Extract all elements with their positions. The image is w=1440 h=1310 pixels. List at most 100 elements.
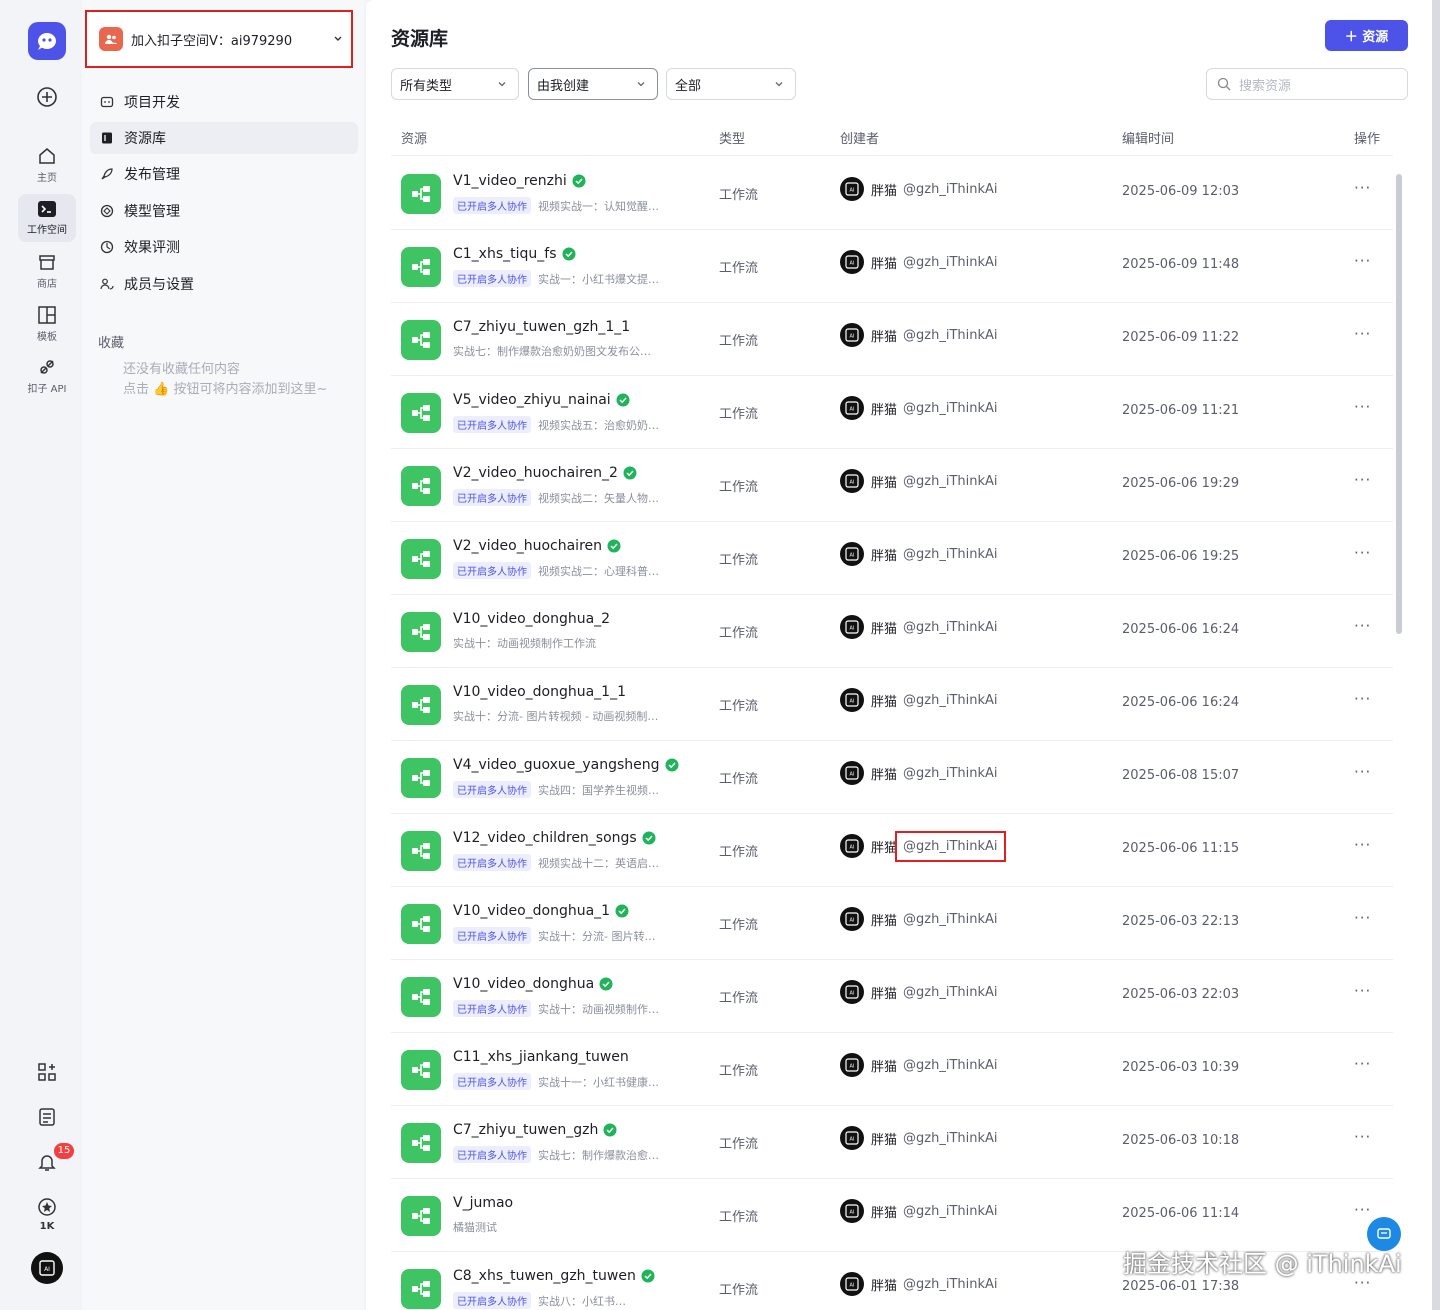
- coze-logo-icon[interactable]: [28, 22, 66, 60]
- scope-filter-select[interactable]: 全部: [666, 68, 796, 100]
- table-row[interactable]: V10_video_donghua_1_1 实战十：分流- 图片转视频 - 动画视…: [391, 668, 1393, 741]
- table-row[interactable]: V_jumao 橘猫测试 工作流 AI 胖猫 @gzh_iThinkAi 2025-06-0…: [391, 1179, 1393, 1252]
- table-row[interactable]: V4_video_guoxue_yangsheng 已开启多人协作 实战四：国学养生…: [391, 741, 1393, 814]
- resource-type: 工作流: [719, 334, 759, 349]
- verified-check-icon: [603, 1123, 617, 1137]
- scrollbar[interactable]: [1396, 160, 1402, 1300]
- right-edge-strip: [1432, 0, 1440, 1310]
- docs-icon[interactable]: [37, 1107, 57, 1131]
- nav-publish[interactable]: 发布管理: [90, 158, 358, 190]
- resource-name[interactable]: V12_video_children_songs: [453, 830, 656, 846]
- nav-evaluation[interactable]: 效果评测: [90, 231, 358, 263]
- template-icon: [38, 306, 56, 324]
- resource-description: 已开启多人协作 实战四：国学养生视频…: [453, 781, 659, 798]
- user-avatar[interactable]: AI: [31, 1252, 63, 1284]
- rail-item-home[interactable]: 主页: [18, 146, 76, 184]
- create-plus-icon[interactable]: [36, 86, 58, 112]
- more-actions-button[interactable]: ···: [1354, 252, 1371, 270]
- resource-type: 工作流: [719, 553, 759, 568]
- table-row[interactable]: V5_video_zhiyu_nainai 已开启多人协作 视频实战五：治愈奶奶… 工…: [391, 376, 1393, 449]
- resource-name[interactable]: V10_video_donghua_1_1: [453, 684, 626, 700]
- more-actions-button[interactable]: ···: [1354, 1055, 1371, 1073]
- workflow-icon: [401, 393, 441, 433]
- rail-item-store[interactable]: 商店: [18, 252, 76, 290]
- creator-handle: @gzh_iThinkAi: [903, 1130, 998, 1146]
- col-edit-time: 编辑时间: [1122, 132, 1175, 147]
- resource-name[interactable]: V5_video_zhiyu_nainai: [453, 392, 630, 408]
- svg-text:AI: AI: [850, 553, 855, 559]
- table-row[interactable]: V12_video_children_songs 已开启多人协作 视频实战十二：英语…: [391, 814, 1393, 887]
- resource-name[interactable]: V10_video_donghua_1: [453, 903, 629, 919]
- more-actions-button[interactable]: ···: [1354, 690, 1371, 708]
- search-input[interactable]: 搜索资源: [1206, 68, 1408, 100]
- bell-icon[interactable]: [37, 1152, 57, 1176]
- table-row[interactable]: V1_video_renzhi 已开启多人协作 视频实战一：认知觉醒… 工作流 AI 胖猫…: [391, 157, 1393, 230]
- more-actions-button[interactable]: ···: [1354, 617, 1371, 635]
- workspace-sidebar: 加入扣子空间V：ai979290 项目开发 资源库 发布管理 模型管理 效果评测…: [82, 0, 364, 1310]
- resource-name[interactable]: C1_xhs_tiqu_fs: [453, 246, 576, 262]
- more-actions-button[interactable]: ···: [1354, 982, 1371, 1000]
- space-selector[interactable]: 加入扣子空间V：ai979290: [85, 10, 353, 68]
- resource-name[interactable]: C7_zhiyu_tuwen_gzh_1_1: [453, 319, 630, 335]
- resource-description: 已开启多人协作 视频实战一：认知觉醒…: [453, 197, 659, 214]
- resource-type: 工作流: [719, 699, 759, 714]
- add-resource-button[interactable]: ＋ 资源: [1325, 20, 1408, 51]
- resource-name[interactable]: V10_video_donghua: [453, 976, 613, 992]
- nav-resource-library[interactable]: 资源库: [90, 122, 358, 154]
- more-actions-button[interactable]: ···: [1354, 325, 1371, 343]
- more-actions-button[interactable]: ···: [1354, 544, 1371, 562]
- resource-description: 已开启多人协作 实战八：小红书…: [453, 1292, 626, 1309]
- star-button[interactable]: 1K: [37, 1197, 57, 1232]
- resource-type: 工作流: [719, 261, 759, 276]
- nav-models[interactable]: 模型管理: [90, 195, 358, 227]
- more-actions-button[interactable]: ···: [1354, 471, 1371, 489]
- creator-avatar: AI: [840, 834, 864, 858]
- table-row[interactable]: V10_video_donghua_2 实战十：动画视频制作工作流 工作流 AI 胖猫 @…: [391, 595, 1393, 668]
- more-actions-button[interactable]: ···: [1354, 1201, 1371, 1219]
- resource-name[interactable]: C7_zhiyu_tuwen_gzh: [453, 1122, 617, 1138]
- resource-name[interactable]: V2_video_huochairen: [453, 538, 621, 554]
- table-row[interactable]: V2_video_huochairen 已开启多人协作 视频实战二：心理科普… 工作流…: [391, 522, 1393, 595]
- more-actions-button[interactable]: ···: [1354, 836, 1371, 854]
- resource-name[interactable]: C8_xhs_tuwen_gzh_tuwen: [453, 1268, 655, 1284]
- svg-text:AI: AI: [850, 991, 855, 997]
- resource-name[interactable]: V4_video_guoxue_yangsheng: [453, 757, 679, 773]
- resource-name[interactable]: V10_video_donghua_2: [453, 611, 610, 627]
- svg-text:AI: AI: [850, 845, 855, 851]
- svg-text:AI: AI: [850, 1064, 855, 1070]
- more-actions-button[interactable]: ···: [1354, 909, 1371, 927]
- rail-item-workspace[interactable]: 工作空间: [18, 194, 76, 242]
- table-row[interactable]: C7_zhiyu_tuwen_gzh 已开启多人协作 实战七：制作爆款治愈… 工作流 A…: [391, 1106, 1393, 1179]
- creator-filter-select[interactable]: 由我创建: [528, 68, 658, 100]
- table-row[interactable]: C1_xhs_tiqu_fs 已开启多人协作 实战一：小红书爆文提… 工作流 AI 胖猫 @…: [391, 230, 1393, 303]
- verified-check-icon: [572, 174, 586, 188]
- resource-description: 已开启多人协作 视频实战十二：英语启…: [453, 854, 659, 871]
- nav-project-dev[interactable]: 项目开发: [90, 86, 358, 118]
- resource-type: 工作流: [719, 626, 759, 641]
- table-row[interactable]: C7_zhiyu_tuwen_gzh_1_1 实战七：制作爆款治愈奶奶图文发布公……: [391, 303, 1393, 376]
- more-actions-button[interactable]: ···: [1354, 179, 1371, 197]
- table-row[interactable]: C11_xhs_jiankang_tuwen 已开启多人协作 实战十一：小红书健康……: [391, 1033, 1393, 1106]
- table-row[interactable]: V10_video_donghua 已开启多人协作 实战十：动画视频制作… 工作流 AI…: [391, 960, 1393, 1033]
- creator: AI 胖猫 @gzh_iThinkAi: [840, 907, 998, 931]
- table-row[interactable]: V10_video_donghua_1 已开启多人协作 实战十：分流- 图片转… 工作…: [391, 887, 1393, 960]
- table-row[interactable]: V2_video_huochairen_2 已开启多人协作 视频实战二：矢量人物… 工…: [391, 449, 1393, 522]
- creator-handle: @gzh_iThinkAi: [903, 1276, 998, 1292]
- resource-name[interactable]: V_jumao: [453, 1195, 513, 1211]
- scrollbar-thumb[interactable]: [1396, 174, 1402, 634]
- more-actions-button[interactable]: ···: [1354, 1128, 1371, 1146]
- creator-handle: @gzh_iThinkAi: [903, 619, 998, 635]
- project-icon: [100, 96, 114, 108]
- type-filter-select[interactable]: 所有类型: [391, 68, 519, 100]
- more-actions-button[interactable]: ···: [1354, 763, 1371, 781]
- apps-grid-icon[interactable]: [37, 1062, 57, 1086]
- more-actions-button[interactable]: ···: [1354, 398, 1371, 416]
- resource-name[interactable]: C11_xhs_jiankang_tuwen: [453, 1049, 629, 1065]
- creator-avatar: AI: [840, 907, 864, 931]
- rail-item-template[interactable]: 模板: [18, 305, 76, 343]
- nav-members-settings[interactable]: 成员与设置: [90, 268, 358, 300]
- collab-badge: 已开启多人协作: [453, 489, 531, 506]
- rail-item-api[interactable]: 扣子 API: [18, 357, 76, 395]
- resource-name[interactable]: V2_video_huochairen_2: [453, 465, 637, 481]
- resource-name[interactable]: V1_video_renzhi: [453, 173, 586, 189]
